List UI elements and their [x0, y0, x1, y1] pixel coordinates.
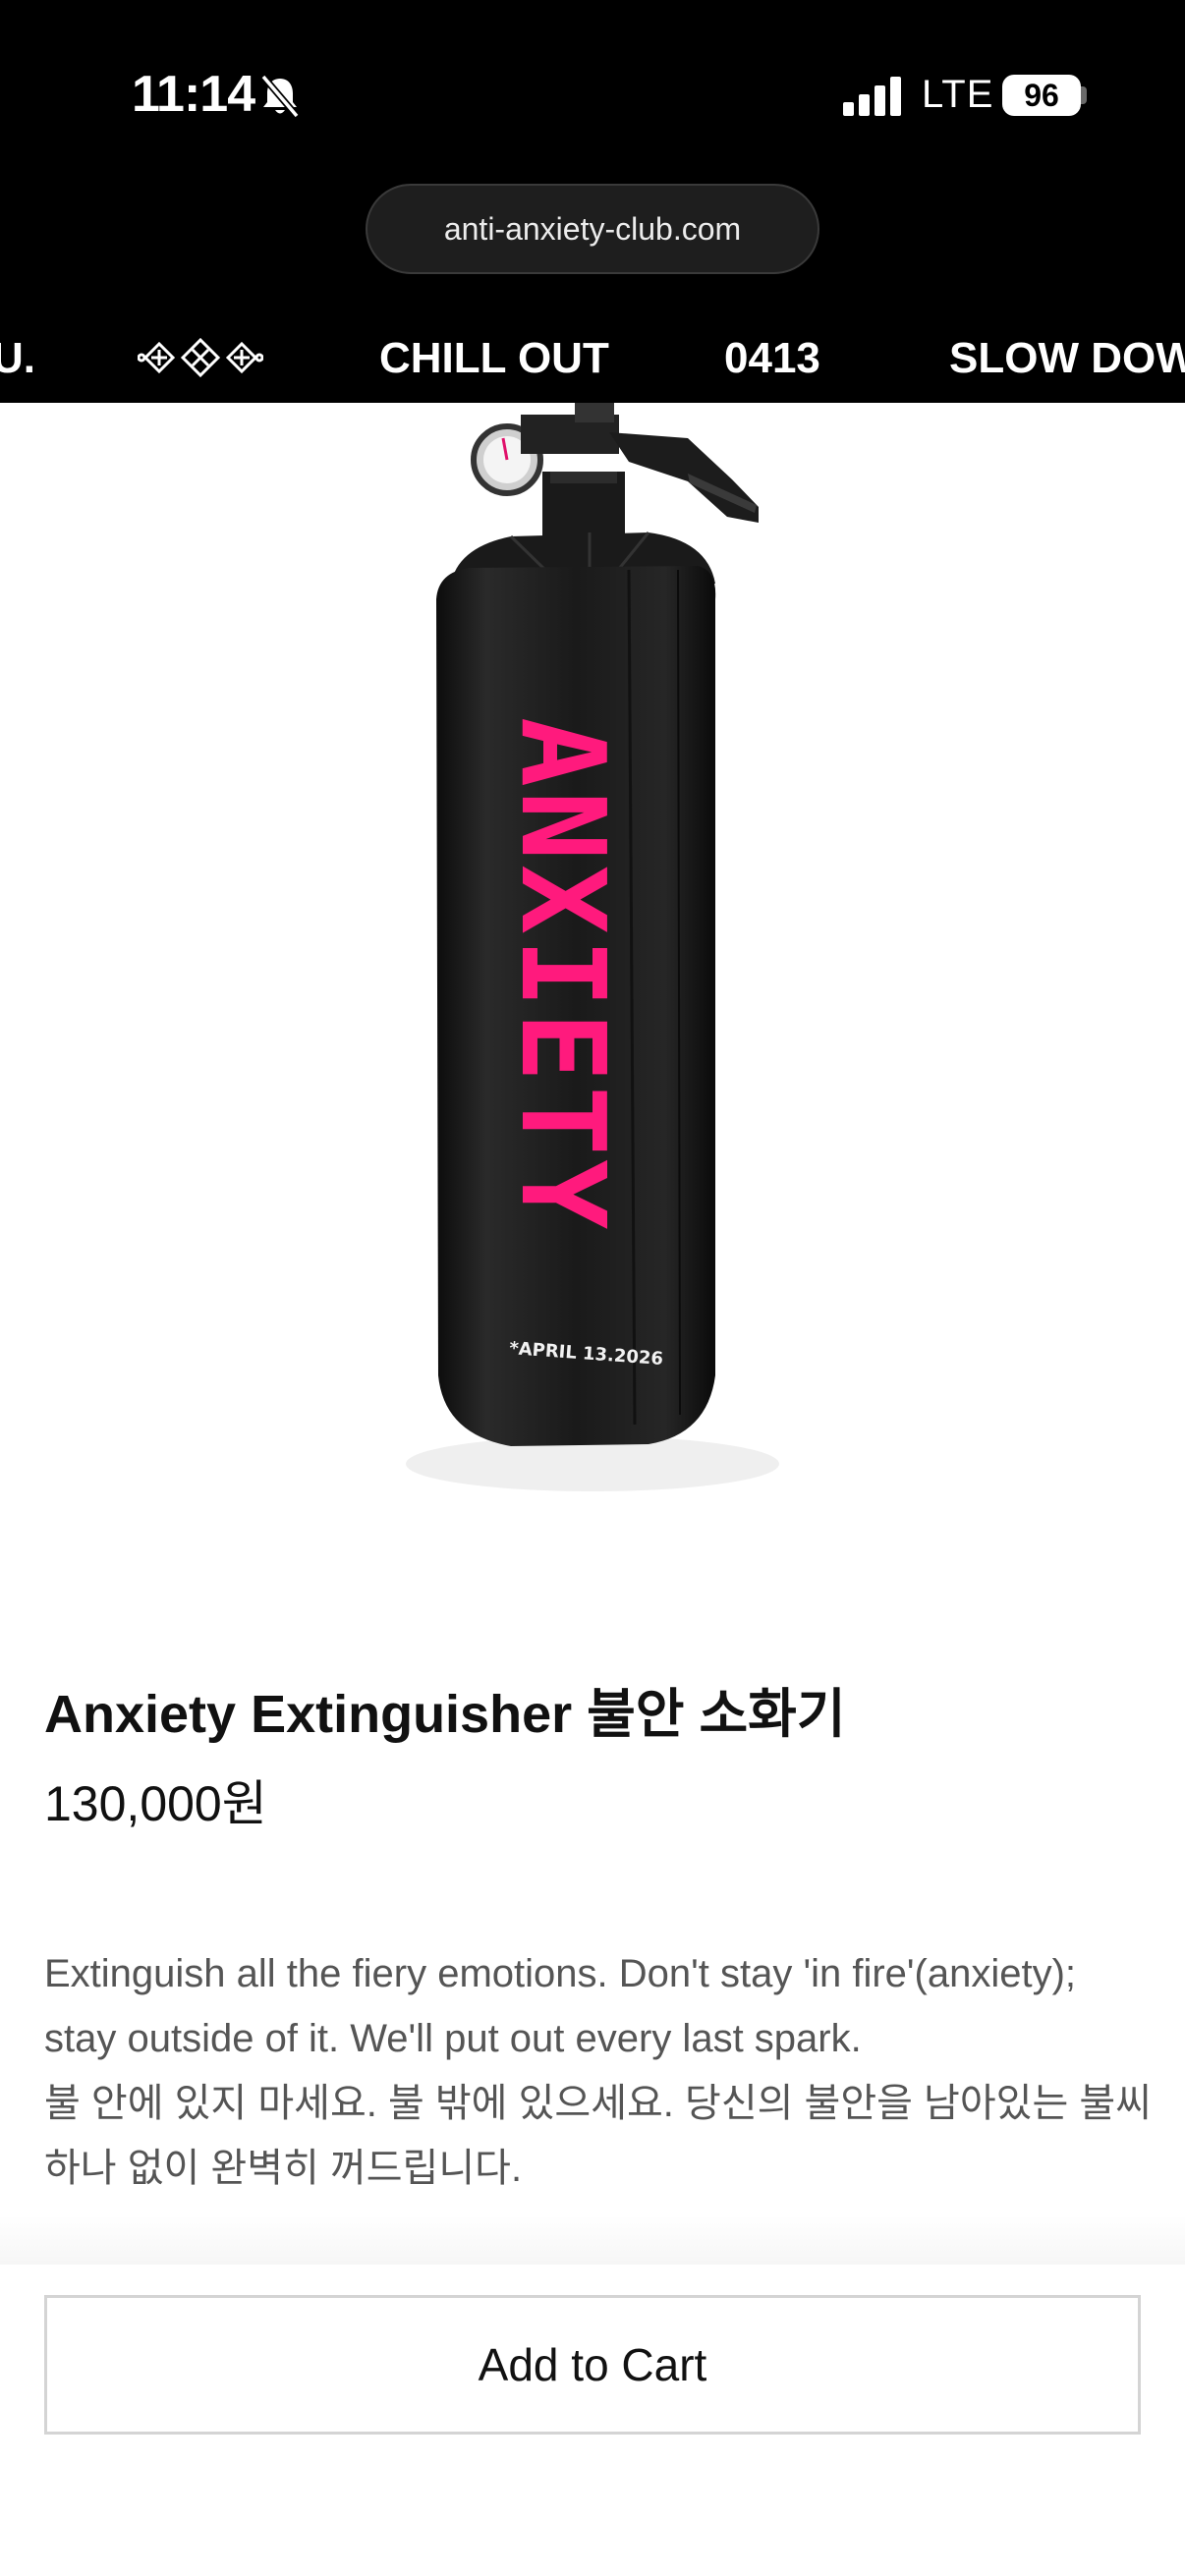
divider-shadow [0, 2215, 1185, 2265]
category-nav: U. CHILL OUT 0413 SLOW DOW [0, 312, 1185, 403]
add-to-cart-button[interactable]: Add to Cart [44, 2295, 1141, 2435]
description-line: 불 안에 있지 마세요. 불 밖에 있으세요. 당신의 불안을 남아있는 불씨 [44, 2082, 1152, 2125]
nav-item-partial[interactable]: U. [0, 334, 35, 383]
description-line: 하나 없이 완벽히 꺼드립니다. [44, 2147, 523, 2190]
description-line: stay outside of it. We'll put out every … [44, 2017, 862, 2060]
address-bar[interactable]: anti-anxiety-club.com [366, 184, 819, 274]
address-url: anti-anxiety-club.com [443, 211, 742, 247]
product-print-text: ANXIETY [495, 717, 631, 1233]
description-line: Extinguish all the fiery emotions. Don't… [44, 1952, 1077, 1995]
product-description: Extinguish all the fiery emotions. Don't… [44, 1941, 1152, 2201]
product-price: 130,000원 [44, 1776, 267, 1831]
battery-icon: 96 [1002, 75, 1081, 116]
product-title: Anxiety Extinguisher 불안 소화기 [44, 1685, 846, 1744]
signal-icon [843, 77, 901, 116]
nav-item-0413[interactable]: 0413 [724, 334, 820, 383]
network-type: LTE [922, 73, 994, 116]
battery-level: 96 [1024, 78, 1059, 113]
battery-tip [1081, 86, 1087, 104]
top-bar: 11:14 LTE 96 anti-anxiety-club.com U. CH… [0, 0, 1185, 403]
brand-logo-icon[interactable] [138, 332, 263, 383]
nav-item-slow-down[interactable]: SLOW DOW [949, 334, 1185, 383]
nav-item-chill-out[interactable]: CHILL OUT [379, 334, 609, 383]
status-time: 11:14 [132, 66, 255, 123]
product-image: ANXIETY *APRIL 13.2026 [0, 403, 1185, 1533]
product-page: 11:14 LTE 96 anti-anxiety-club.com U. CH… [0, 0, 1185, 2576]
silent-bell-icon [260, 74, 300, 119]
